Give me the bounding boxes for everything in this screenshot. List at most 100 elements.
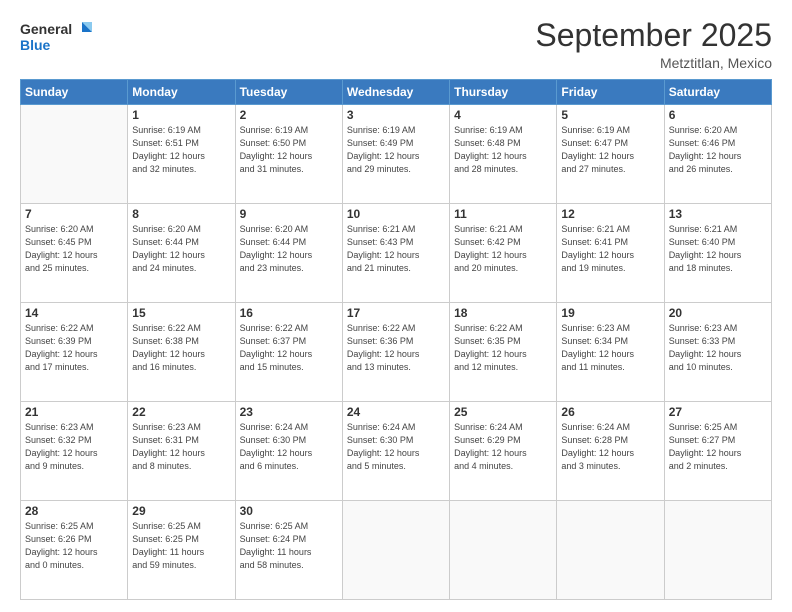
day-info: Sunrise: 6:19 AMSunset: 6:49 PMDaylight:…	[347, 124, 445, 176]
calendar-cell: 11Sunrise: 6:21 AMSunset: 6:42 PMDayligh…	[450, 204, 557, 303]
calendar-cell: 18 Sunrise: 6:22 AMSunset: 6:35 PMDayligh…	[450, 303, 557, 402]
calendar-cell: 1 Sunrise: 6:19 AMSunset: 6:51 PMDaylight…	[128, 105, 235, 204]
calendar-cell	[342, 501, 449, 600]
day-info: Sunrise: 6:20 AMSunset: 6:46 PMDaylight:…	[669, 124, 767, 176]
calendar: SundayMondayTuesdayWednesdayThursdayFrid…	[20, 79, 772, 600]
weekday-header-saturday: Saturday	[664, 80, 771, 105]
day-number: 12	[561, 207, 659, 221]
calendar-cell: 14 Sunrise: 6:22 AMSunset: 6:39 PMDayligh…	[21, 303, 128, 402]
week-row-4: 21 Sunrise: 6:23 AMSunset: 6:32 PMDayligh…	[21, 402, 772, 501]
day-info: Sunrise: 6:20 AMSunset: 6:45 PMDaylight:…	[25, 223, 123, 275]
day-info: Sunrise: 6:20 AMSunset: 6:44 PMDaylight:…	[132, 223, 230, 275]
day-number: 24	[347, 405, 445, 419]
day-number: 2	[240, 108, 338, 122]
day-number: 1	[132, 108, 230, 122]
day-info: Sunrise: 6:21 AMSunset: 6:43 PMDaylight:…	[347, 223, 445, 275]
week-row-1: 1 Sunrise: 6:19 AMSunset: 6:51 PMDaylight…	[21, 105, 772, 204]
day-info: Sunrise: 6:24 AMSunset: 6:28 PMDaylight:…	[561, 421, 659, 473]
day-info: Sunrise: 6:25 AMSunset: 6:24 PMDaylight:…	[240, 520, 338, 572]
day-info: Sunrise: 6:22 AMSunset: 6:35 PMDaylight:…	[454, 322, 552, 374]
calendar-cell: 26Sunrise: 6:24 AMSunset: 6:28 PMDayligh…	[557, 402, 664, 501]
calendar-cell	[557, 501, 664, 600]
weekday-header-wednesday: Wednesday	[342, 80, 449, 105]
day-info: Sunrise: 6:22 AMSunset: 6:36 PMDaylight:…	[347, 322, 445, 374]
day-number: 20	[669, 306, 767, 320]
calendar-cell: 16Sunrise: 6:22 AMSunset: 6:37 PMDayligh…	[235, 303, 342, 402]
header: General Blue September 2025 Metztitlan, …	[20, 18, 772, 71]
calendar-cell: 20 Sunrise: 6:23 AMSunset: 6:33 PMDayligh…	[664, 303, 771, 402]
weekday-header-sunday: Sunday	[21, 80, 128, 105]
calendar-cell: 21 Sunrise: 6:23 AMSunset: 6:32 PMDayligh…	[21, 402, 128, 501]
day-number: 10	[347, 207, 445, 221]
day-info: Sunrise: 6:25 AMSunset: 6:25 PMDaylight:…	[132, 520, 230, 572]
calendar-cell	[450, 501, 557, 600]
calendar-cell: 23Sunrise: 6:24 AMSunset: 6:30 PMDayligh…	[235, 402, 342, 501]
day-info: Sunrise: 6:23 AMSunset: 6:34 PMDaylight:…	[561, 322, 659, 374]
day-number: 21	[25, 405, 123, 419]
day-number: 13	[669, 207, 767, 221]
calendar-cell: 9Sunrise: 6:20 AMSunset: 6:44 PMDaylight…	[235, 204, 342, 303]
weekday-header-tuesday: Tuesday	[235, 80, 342, 105]
calendar-cell: 30 Sunrise: 6:25 AMSunset: 6:24 PMDayligh…	[235, 501, 342, 600]
calendar-cell: 8 Sunrise: 6:20 AMSunset: 6:44 PMDaylight…	[128, 204, 235, 303]
day-info: Sunrise: 6:25 AMSunset: 6:26 PMDaylight:…	[25, 520, 123, 572]
calendar-cell	[664, 501, 771, 600]
day-info: Sunrise: 6:19 AMSunset: 6:50 PMDaylight:…	[240, 124, 338, 176]
calendar-cell: 25 Sunrise: 6:24 AMSunset: 6:29 PMDayligh…	[450, 402, 557, 501]
day-number: 29	[132, 504, 230, 518]
calendar-cell: 10 Sunrise: 6:21 AMSunset: 6:43 PMDayligh…	[342, 204, 449, 303]
calendar-cell: 17 Sunrise: 6:22 AMSunset: 6:36 PMDayligh…	[342, 303, 449, 402]
calendar-cell	[21, 105, 128, 204]
day-info: Sunrise: 6:21 AMSunset: 6:41 PMDaylight:…	[561, 223, 659, 275]
month-title: September 2025	[535, 18, 772, 53]
calendar-cell: 28 Sunrise: 6:25 AMSunset: 6:26 PMDayligh…	[21, 501, 128, 600]
calendar-cell: 24Sunrise: 6:24 AMSunset: 6:30 PMDayligh…	[342, 402, 449, 501]
day-number: 15	[132, 306, 230, 320]
day-number: 5	[561, 108, 659, 122]
day-info: Sunrise: 6:22 AMSunset: 6:39 PMDaylight:…	[25, 322, 123, 374]
day-number: 30	[240, 504, 338, 518]
day-info: Sunrise: 6:21 AMSunset: 6:40 PMDaylight:…	[669, 223, 767, 275]
weekday-header-monday: Monday	[128, 80, 235, 105]
day-number: 8	[132, 207, 230, 221]
day-number: 14	[25, 306, 123, 320]
week-row-2: 7 Sunrise: 6:20 AMSunset: 6:45 PMDaylight…	[21, 204, 772, 303]
day-info: Sunrise: 6:19 AMSunset: 6:47 PMDaylight:…	[561, 124, 659, 176]
day-info: Sunrise: 6:21 AMSunset: 6:42 PMDaylight:…	[454, 223, 552, 275]
calendar-cell: 13 Sunrise: 6:21 AMSunset: 6:40 PMDayligh…	[664, 204, 771, 303]
day-number: 25	[454, 405, 552, 419]
logo: General Blue	[20, 18, 92, 61]
day-number: 17	[347, 306, 445, 320]
day-info: Sunrise: 6:23 AMSunset: 6:32 PMDaylight:…	[25, 421, 123, 473]
week-row-5: 28 Sunrise: 6:25 AMSunset: 6:26 PMDayligh…	[21, 501, 772, 600]
day-info: Sunrise: 6:23 AMSunset: 6:31 PMDaylight:…	[132, 421, 230, 473]
calendar-cell: 5 Sunrise: 6:19 AMSunset: 6:47 PMDaylight…	[557, 105, 664, 204]
calendar-cell: 15 Sunrise: 6:22 AMSunset: 6:38 PMDayligh…	[128, 303, 235, 402]
day-number: 22	[132, 405, 230, 419]
day-info: Sunrise: 6:19 AMSunset: 6:48 PMDaylight:…	[454, 124, 552, 176]
calendar-cell: 6Sunrise: 6:20 AMSunset: 6:46 PMDaylight…	[664, 105, 771, 204]
day-info: Sunrise: 6:24 AMSunset: 6:29 PMDaylight:…	[454, 421, 552, 473]
day-number: 28	[25, 504, 123, 518]
day-number: 27	[669, 405, 767, 419]
day-info: Sunrise: 6:22 AMSunset: 6:38 PMDaylight:…	[132, 322, 230, 374]
day-number: 7	[25, 207, 123, 221]
week-row-3: 14 Sunrise: 6:22 AMSunset: 6:39 PMDayligh…	[21, 303, 772, 402]
svg-text:General: General	[20, 21, 72, 37]
calendar-cell: 3Sunrise: 6:19 AMSunset: 6:49 PMDaylight…	[342, 105, 449, 204]
calendar-cell: 19 Sunrise: 6:23 AMSunset: 6:34 PMDayligh…	[557, 303, 664, 402]
calendar-cell: 4 Sunrise: 6:19 AMSunset: 6:48 PMDaylight…	[450, 105, 557, 204]
day-info: Sunrise: 6:23 AMSunset: 6:33 PMDaylight:…	[669, 322, 767, 374]
day-info: Sunrise: 6:22 AMSunset: 6:37 PMDaylight:…	[240, 322, 338, 374]
calendar-cell: 7 Sunrise: 6:20 AMSunset: 6:45 PMDaylight…	[21, 204, 128, 303]
logo-svg: General Blue	[20, 18, 92, 61]
day-number: 4	[454, 108, 552, 122]
calendar-cell: 29 Sunrise: 6:25 AMSunset: 6:25 PMDayligh…	[128, 501, 235, 600]
day-number: 19	[561, 306, 659, 320]
day-number: 18	[454, 306, 552, 320]
calendar-cell: 22 Sunrise: 6:23 AMSunset: 6:31 PMDayligh…	[128, 402, 235, 501]
day-info: Sunrise: 6:19 AMSunset: 6:51 PMDaylight:…	[132, 124, 230, 176]
day-number: 23	[240, 405, 338, 419]
calendar-cell: 2 Sunrise: 6:19 AMSunset: 6:50 PMDaylight…	[235, 105, 342, 204]
weekday-header-thursday: Thursday	[450, 80, 557, 105]
